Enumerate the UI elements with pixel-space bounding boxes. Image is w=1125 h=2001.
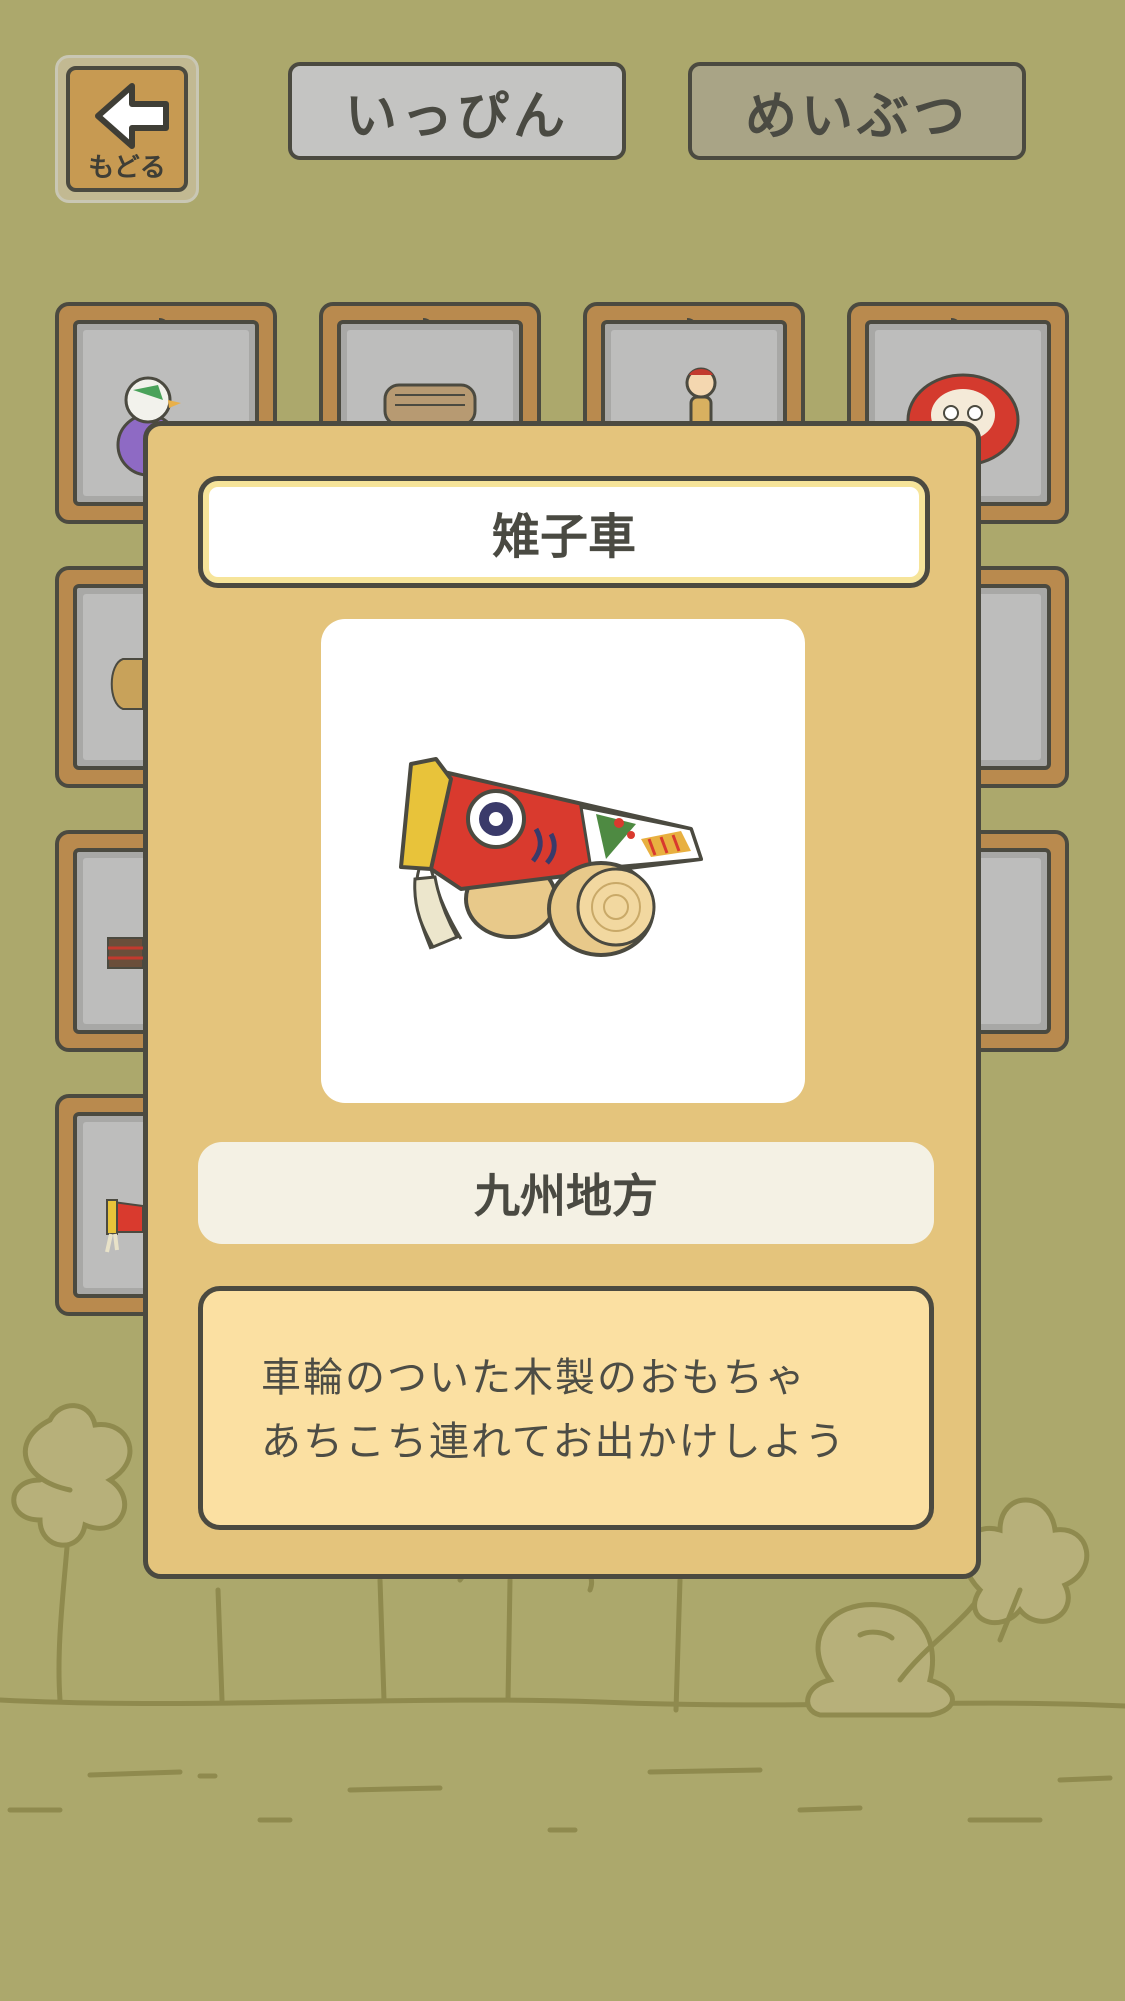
- tab-ippin[interactable]: いっぴん: [288, 62, 626, 160]
- item-image-frame: [321, 619, 805, 1103]
- back-arrow-icon: [95, 83, 169, 149]
- region-label: 九州地方: [198, 1142, 934, 1244]
- description-box: 車輪のついた木製のおもちゃ あちこち連れてお出かけしよう: [198, 1286, 934, 1530]
- kijiguruma-toy-image: [399, 757, 704, 957]
- tab-meibutsu[interactable]: めいぶつ: [688, 62, 1026, 160]
- box-icon: [107, 937, 143, 969]
- item-detail-modal: 雉子車 九州地方 車輪のついた木製のおもちゃ あちこち連れてお出かけしよう: [143, 421, 981, 1579]
- description-line-2: あちこち連れてお出かけしよう: [261, 1419, 847, 1465]
- comb-icon: [110, 658, 143, 710]
- item-title: 雉子車: [198, 476, 930, 588]
- back-button[interactable]: もどる: [55, 55, 199, 203]
- back-button-label: もどる: [88, 153, 166, 183]
- back-button-face: もどる: [66, 66, 188, 192]
- description-line-1: 車輪のついた木製のおもちゃ: [261, 1355, 807, 1401]
- kijiguruma-small-icon: [105, 1199, 143, 1253]
